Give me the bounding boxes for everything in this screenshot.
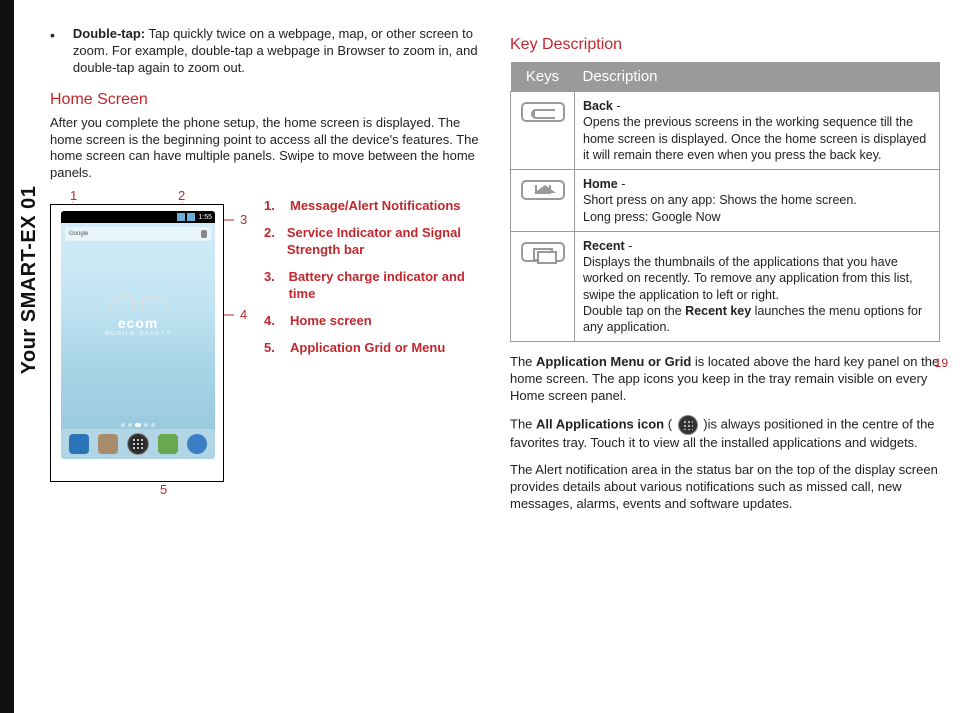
brand-text: ecom — [61, 315, 215, 331]
home-dash: - — [618, 177, 626, 191]
status-time: 1:55 — [198, 214, 212, 221]
all-apps-paragraph: The All Applications icon ( )is always p… — [510, 415, 940, 452]
recent-body: Displays the thumbnails of the applicati… — [583, 255, 913, 302]
legend-4-text: Home screen — [290, 313, 372, 330]
legend-5-num: 5. — [264, 340, 278, 357]
logo-wings-icon — [108, 291, 168, 311]
home-pager — [61, 423, 215, 427]
th-description: Description — [575, 62, 940, 92]
legend-4-num: 4. — [264, 313, 278, 330]
wallpaper-logo: ecom MOBILE SAFETY — [61, 291, 215, 337]
home-key-icon — [521, 180, 565, 200]
callout-1: 1 — [70, 188, 77, 203]
battery-icon — [187, 213, 195, 221]
table-row-home: Home - Short press on any app: Shows the… — [511, 170, 940, 232]
callout-5: 5 — [160, 482, 167, 497]
callout-3-num: 3 — [240, 212, 247, 227]
home-body2: Long press: Google Now — [583, 210, 721, 224]
recent-key-icon — [521, 242, 565, 262]
dock-contacts-icon — [98, 434, 118, 454]
table-row-back: Back - Opens the previous screens in the… — [511, 92, 940, 170]
page-number: 19 — [935, 356, 948, 370]
home-screen-body: After you complete the phone setup, the … — [50, 115, 480, 183]
signal-icon — [177, 213, 185, 221]
all-apps-inline-icon — [678, 415, 698, 435]
legend-item-1: 1. Message/Alert Notifications — [264, 198, 474, 215]
dock-messaging-icon — [158, 434, 178, 454]
legend-item-4: 4. Home screen — [264, 313, 474, 330]
back-body: Opens the previous screens in the workin… — [583, 115, 926, 162]
phone-screen: 1:55 Google ecom MOBILE SAFETY — [61, 211, 215, 459]
right-column: Key Description Keys Description Back - … — [510, 26, 940, 703]
left-column: • Double-tap: Tap quickly twice on a web… — [50, 26, 480, 703]
p1a: The — [510, 354, 536, 369]
back-key-icon — [521, 102, 565, 122]
legend-1-text: Message/Alert Notifications — [290, 198, 461, 215]
legend-3-text: Battery charge indicator and time — [289, 269, 474, 303]
p2c: ( — [664, 416, 676, 431]
legend-1-num: 1. — [264, 198, 278, 215]
legend-item-2: 2. Service Indicator and Signal Strength… — [264, 225, 474, 259]
p1b: Application Menu or Grid — [536, 354, 691, 369]
callout-4-num: 4 — [240, 307, 247, 322]
bullet-dot-icon: • — [50, 26, 55, 77]
legend-item-5: 5. Application Grid or Menu — [264, 340, 474, 357]
legend-2-text: Service Indicator and Signal Strength ba… — [287, 225, 474, 259]
callout-4: 4 — [240, 307, 247, 322]
google-search-bar: Google — [65, 227, 211, 241]
th-keys: Keys — [511, 62, 575, 92]
legend-5-text: Application Grid or Menu — [290, 340, 445, 357]
dock-phone-icon — [69, 434, 89, 454]
recent-body2b: Recent key — [685, 304, 751, 318]
recent-body2a: Double tap on the — [583, 304, 685, 318]
key-description-heading: Key Description — [510, 36, 940, 54]
callout-3: 3 — [240, 212, 247, 227]
dock-browser-icon — [187, 434, 207, 454]
app-menu-paragraph: The Application Menu or Grid is located … — [510, 354, 940, 405]
p2a: The — [510, 416, 536, 431]
legend-2-num: 2. — [264, 225, 275, 259]
callout-2: 2 — [178, 188, 185, 203]
home-body: Short press on any app: Shows the home s… — [583, 193, 857, 207]
legend-item-3: 3. Battery charge indicator and time — [264, 269, 474, 303]
home-title: Home — [583, 177, 618, 191]
back-title: Back — [583, 99, 613, 113]
double-tap-bullet: • Double-tap: Tap quickly twice on a web… — [50, 26, 480, 77]
alert-area-paragraph: The Alert notification area in the statu… — [510, 462, 940, 513]
p2b: All Applications icon — [536, 416, 664, 431]
status-bar: 1:55 — [61, 211, 215, 223]
callout-1-tick — [72, 202, 73, 203]
callout-5-num: 5 — [160, 482, 167, 497]
spine-bar — [0, 0, 14, 713]
callout-2-tick — [182, 202, 183, 203]
home-screen-heading: Home Screen — [50, 91, 480, 109]
bullet-label: Double-tap: — [73, 26, 145, 41]
back-dash: - — [613, 99, 621, 113]
phone-frame: 1:55 Google ecom MOBILE SAFETY — [50, 204, 224, 482]
brand-tagline: MOBILE SAFETY — [61, 331, 215, 337]
google-label: Google — [69, 231, 88, 237]
key-description-table: Keys Description Back - Opens the previo… — [510, 62, 940, 342]
home-legend: 1. Message/Alert Notifications 2. Servic… — [264, 192, 474, 482]
dock-allapps-icon — [127, 433, 149, 455]
mic-icon — [201, 230, 207, 238]
legend-3-num: 3. — [264, 269, 277, 303]
favorites-dock — [61, 429, 215, 459]
sidebar-model-label: Your SMART-EX 01 — [18, 186, 41, 375]
bullet-text: Double-tap: Tap quickly twice on a webpa… — [73, 26, 480, 77]
phone-diagram-wrap: 1 2 3 4 5 — [50, 192, 250, 482]
recent-title: Recent — [583, 239, 625, 253]
recent-dash: - — [625, 239, 633, 253]
table-row-recent: Recent - Displays the thumbnails of the … — [511, 231, 940, 342]
